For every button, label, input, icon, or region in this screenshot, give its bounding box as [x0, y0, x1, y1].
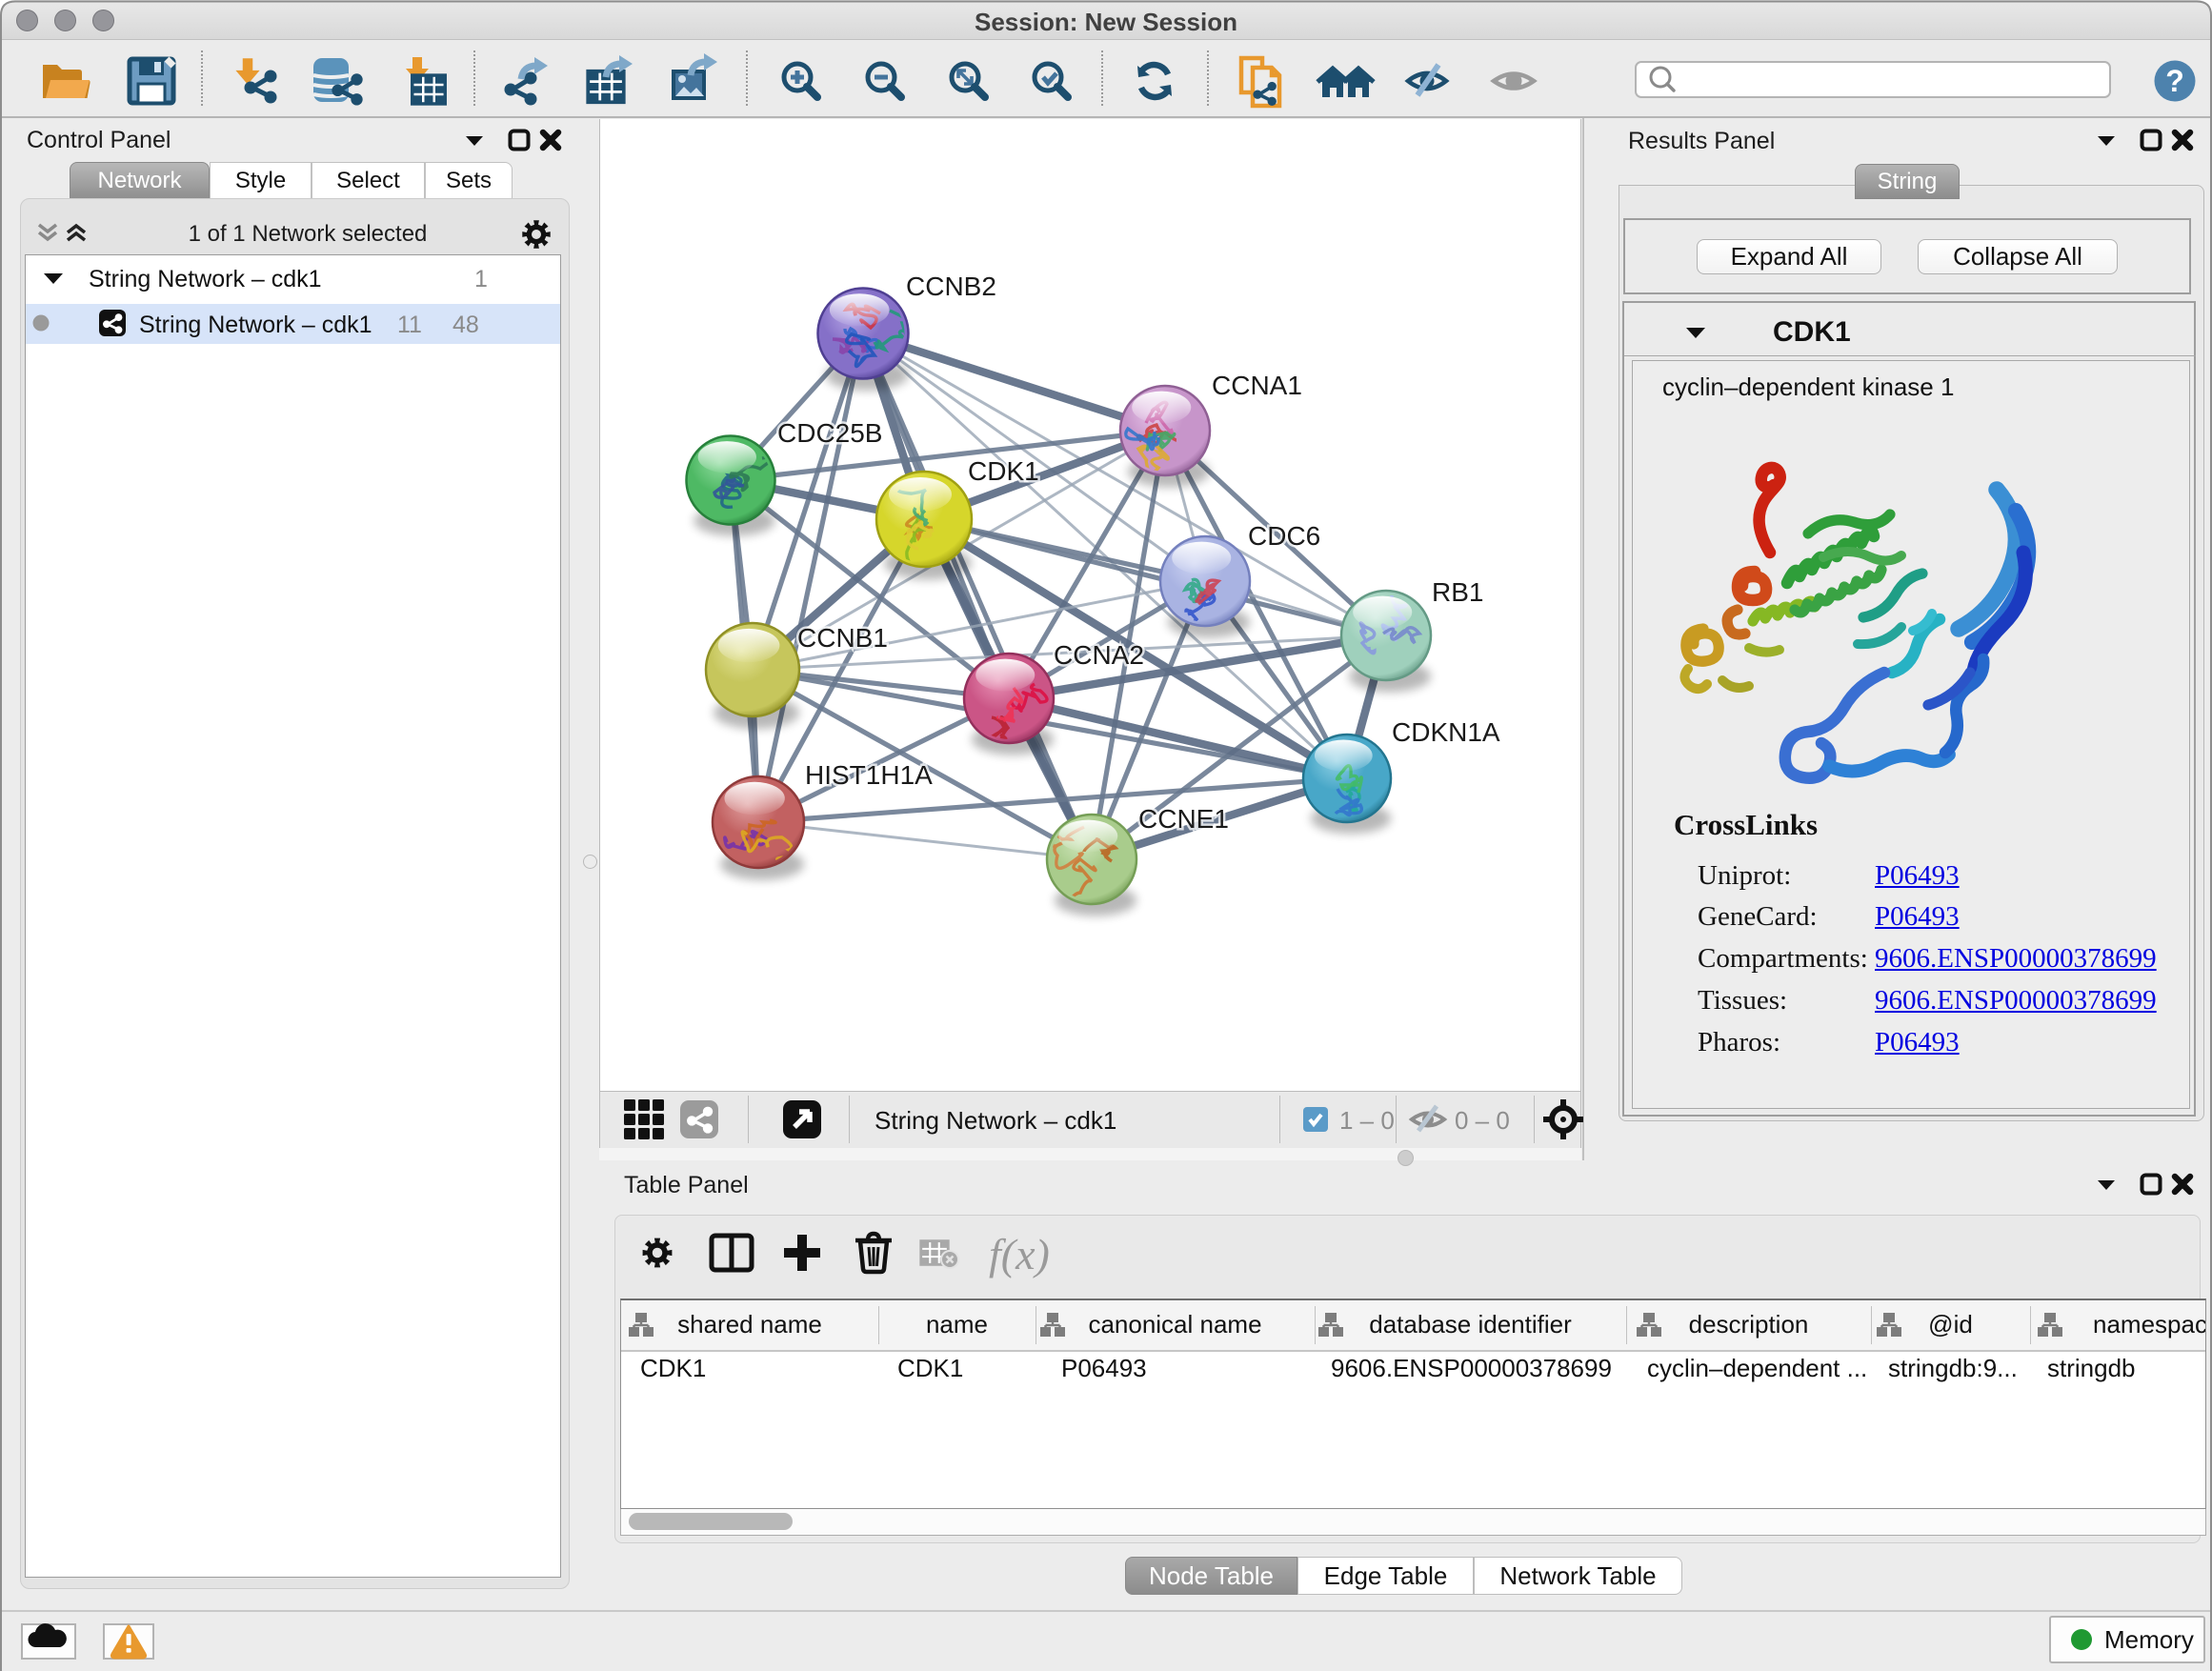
svg-text:?: ?	[2165, 64, 2184, 98]
svg-text:f(x): f(x)	[989, 1230, 1050, 1278]
